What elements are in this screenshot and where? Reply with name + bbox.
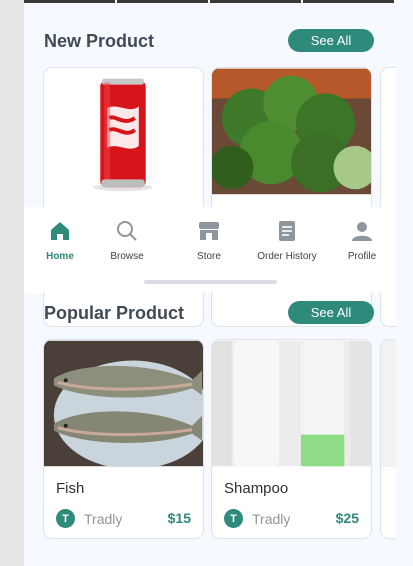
product-price: $25 [335, 510, 359, 526]
user-icon [350, 219, 374, 243]
seller-name: Tradly [84, 510, 123, 527]
nav-item-home[interactable]: Home [25, 219, 95, 262]
product-card-partial[interactable] [380, 339, 396, 539]
popular-product-see-all-button[interactable]: See All [288, 301, 374, 324]
coca-cola-can-image [44, 68, 203, 195]
product-card-shampoo[interactable]: Shampoo T Tradly $25 [211, 339, 372, 539]
new-product-see-all-button[interactable]: See All [288, 29, 374, 52]
seller-avatar: T [56, 509, 75, 528]
fish-image [44, 340, 203, 467]
store-icon [197, 219, 221, 243]
search-icon [115, 219, 139, 243]
nav-label-profile: Profile [347, 251, 377, 262]
strip-image [210, 0, 301, 3]
partial-product-image [381, 340, 396, 467]
product-name: Shampoo [224, 480, 289, 497]
document-icon [275, 219, 299, 243]
home-icon [48, 219, 72, 243]
nav-label-order-history: Order History [257, 251, 317, 262]
partial-product-image [381, 68, 396, 195]
seller-info: T Tradly [224, 509, 290, 528]
nav-item-order-history[interactable]: Order History [252, 219, 322, 262]
nav-label-browse: Browse [110, 251, 144, 262]
nav-label-store: Store [197, 251, 221, 262]
bottom-navigation-bar: Home Browse Store Order History Profile [24, 207, 396, 293]
nav-label-home: Home [46, 251, 74, 262]
broccoli-image [212, 68, 371, 195]
right-margin [396, 0, 413, 566]
nav-item-store[interactable]: Store [174, 219, 244, 262]
strip-image [303, 0, 394, 3]
product-card-fish[interactable]: Fish T Tradly $15 [43, 339, 204, 539]
app-screen: New Product See All Home Browse Store Or… [24, 0, 396, 566]
strip-image [117, 0, 208, 3]
nav-item-browse[interactable]: Browse [92, 219, 162, 262]
seller-name: Tradly [252, 510, 291, 527]
nav-item-profile[interactable]: Profile [327, 219, 396, 262]
strip-image [24, 0, 115, 3]
home-indicator [144, 280, 277, 284]
product-price: $15 [167, 510, 191, 526]
product-name: Fish [56, 480, 85, 497]
popular-product-title: Popular Product [44, 303, 185, 323]
top-image-strip [24, 0, 396, 3]
seller-avatar: T [224, 509, 243, 528]
shampoo-bottles-image [212, 340, 371, 467]
seller-info: T Tradly [56, 509, 122, 528]
new-product-title: New Product [44, 31, 155, 51]
